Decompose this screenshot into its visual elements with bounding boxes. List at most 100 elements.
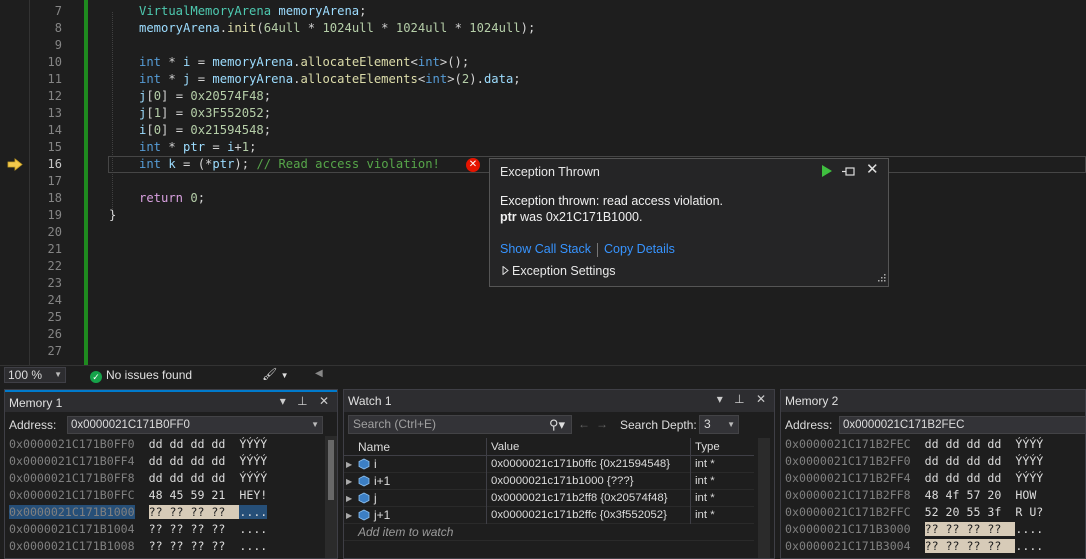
memory-rows[interactable]: 0x0000021C171B2FEC dd dd dd dd ÝÝÝÝ 0x000… (785, 436, 1043, 555)
memory-row[interactable]: 0x0000021C171B0FF8 dd dd dd dd ÝÝÝÝ (9, 470, 267, 487)
memory-bytes[interactable]: dd dd dd dd (925, 437, 1002, 451)
memory-bytes[interactable]: dd dd dd dd (149, 437, 226, 451)
search-icon[interactable]: ⚲▾ (549, 416, 565, 433)
memory-2-header[interactable]: Memory 2 (781, 390, 1085, 412)
address-input[interactable]: 0x0000021C171B0FF0 ▼ (67, 416, 323, 434)
watch-row[interactable]: ▶ i+1 0x0000021c171b1000 {???} int * (344, 473, 754, 490)
copy-details-link[interactable]: Copy Details (604, 242, 675, 256)
scroll-left-icon[interactable]: ◀ (315, 368, 323, 379)
code-line[interactable]: return 0; (139, 190, 205, 207)
panel-controls[interactable]: ▾ ⊥ ✕ (280, 394, 333, 408)
code-token: * (373, 21, 396, 35)
address-input[interactable]: 0x0000021C171B2FEC (839, 416, 1085, 434)
watch-row[interactable]: ▶ j 0x0000021c171b2ff8 {0x20574f48} int * (344, 490, 754, 507)
expand-icon[interactable]: ▶ (346, 473, 352, 490)
vertical-scrollbar[interactable] (325, 436, 337, 558)
memory-address: 0x0000021C171B2FEC (785, 437, 911, 451)
code-line[interactable]: int * i = memoryArena.allocateElement<in… (139, 54, 469, 71)
code-line[interactable]: int * ptr = i+1; (139, 139, 256, 156)
exception-settings-expander[interactable]: Exception Settings (502, 264, 616, 278)
line-number: 25 (47, 310, 62, 324)
expand-icon[interactable]: ▶ (346, 490, 352, 507)
panel-controls[interactable]: ▾ ⊥ ✕ (717, 392, 770, 406)
scrollbar-thumb[interactable] (328, 440, 334, 500)
memory-row[interactable]: 0x0000021C171B0FF4 dd dd dd dd ÝÝÝÝ (9, 453, 267, 470)
code-line[interactable]: int * j = memoryArena.allocateElements<i… (139, 71, 521, 88)
memory-1-header[interactable]: Memory 1 ▾ ⊥ ✕ (5, 390, 337, 412)
watch-1-header[interactable]: Watch 1 ▾ ⊥ ✕ (344, 390, 774, 412)
code-token: int (417, 55, 440, 69)
expand-icon[interactable]: ▶ (346, 456, 352, 473)
close-icon[interactable]: ✕ (866, 162, 879, 178)
memory-bytes[interactable]: ?? ?? ?? ?? (924, 522, 1002, 536)
continue-icon[interactable] (820, 164, 834, 178)
column-value[interactable]: Value (486, 438, 690, 456)
zoom-dropdown[interactable]: 100 % ▼ (4, 367, 66, 383)
code-line[interactable]: j[1] = 0x3F552052; (139, 105, 271, 122)
watch-value[interactable]: 0x0000021c171b2ff8 {0x20574f48} (486, 490, 690, 507)
code-line[interactable]: i[0] = 0x21594548; (139, 122, 271, 139)
code-cleanup-icon[interactable]: 🖌 ▼ (262, 367, 289, 381)
code-line[interactable]: j[0] = 0x20574F48; (139, 88, 271, 105)
code-token: 0 (153, 89, 162, 103)
search-depth-dropdown[interactable]: 3 ▼ (699, 415, 739, 434)
show-call-stack-link[interactable]: Show Call Stack (500, 242, 591, 256)
watch-search-input[interactable]: Search (Ctrl+E) ⚲▾ (348, 415, 572, 434)
memory-row[interactable]: 0x0000021C171B2FF4 dd dd dd dd ÝÝÝÝ (785, 470, 1043, 487)
watch-value[interactable]: 0x0000021c171b0ffc {0x21594548} (486, 456, 690, 473)
watch-rows: ▶ i 0x0000021c171b0ffc {0x21594548} int * ▶ i… (344, 456, 754, 524)
memory-bytes[interactable]: ?? ?? ?? ?? (149, 522, 226, 536)
memory-bytes[interactable]: ?? ?? ?? ?? (149, 539, 226, 553)
code-line[interactable]: } (109, 207, 116, 224)
memory-row[interactable]: 0x0000021C171B3004 ?? ?? ?? ?? .... (785, 538, 1043, 555)
glyph-margin[interactable] (0, 0, 30, 365)
memory-bytes[interactable]: dd dd dd dd (925, 471, 1002, 485)
memory-bytes[interactable]: ?? ?? ?? ?? (924, 539, 1002, 553)
memory-bytes[interactable]: dd dd dd dd (149, 454, 226, 468)
watch-grid[interactable]: Name Value Type ▶ i 0x0000021c171b0ffc {0x… (344, 438, 754, 541)
watch-value[interactable]: 0x0000021c171b1000 {???} (486, 473, 690, 490)
search-nav-arrows[interactable]: ←→ (578, 417, 614, 431)
issues-indicator[interactable]: ✓ No issues found (90, 368, 192, 383)
code-token: * (161, 55, 184, 69)
memory-bytes[interactable]: dd dd dd dd (149, 471, 226, 485)
memory-row[interactable]: 0x0000021C171B1000 ?? ?? ?? ?? .... (9, 504, 268, 521)
vertical-scrollbar[interactable] (758, 438, 770, 558)
code-token: 0 (153, 123, 162, 137)
add-watch-text[interactable]: Add item to watch (358, 524, 558, 541)
memory-ascii: R U? (1015, 505, 1044, 519)
pin-icon[interactable] (842, 166, 856, 178)
memory-row[interactable]: 0x0000021C171B0FFC 48 45 59 21 HEY! (9, 487, 267, 504)
memory-row[interactable]: 0x0000021C171B1008 ?? ?? ?? ?? .... (9, 538, 267, 555)
memory-bytes[interactable]: dd dd dd dd (925, 454, 1002, 468)
memory-address: 0x0000021C171B1004 (9, 522, 135, 536)
watch-row[interactable]: ▶ j+1 0x0000021c171b2ffc {0x3f552052} int * (344, 507, 754, 524)
memory-rows[interactable]: 0x0000021C171B0FF0 dd dd dd dd ÝÝÝÝ 0x000… (9, 436, 268, 555)
code-line[interactable]: VirtualMemoryArena memoryArena; (139, 3, 366, 20)
memory-row[interactable]: 0x0000021C171B2FF0 dd dd dd dd ÝÝÝÝ (785, 453, 1043, 470)
column-name[interactable]: Name (358, 438, 482, 456)
column-type[interactable]: Type (690, 438, 754, 456)
memory-bytes[interactable]: 48 45 59 21 (149, 488, 226, 502)
code-line[interactable]: int k = (*ptr); // Read access violation… (139, 156, 440, 173)
memory-bytes[interactable]: 52 20 55 3f (925, 505, 1002, 519)
chevron-down-icon: ▼ (727, 420, 735, 429)
resize-grip-icon[interactable] (876, 274, 886, 284)
memory-row[interactable]: 0x0000021C171B2FF8 48 4f 57 20 HOW (785, 487, 1043, 504)
add-watch-row[interactable]: Add item to watch (344, 524, 754, 541)
code-token: ; (249, 140, 257, 154)
memory-row[interactable]: 0x0000021C171B0FF0 dd dd dd dd ÝÝÝÝ (9, 436, 267, 453)
memory-row[interactable]: 0x0000021C171B2FFC 52 20 55 3f R U? (785, 504, 1043, 521)
memory-bytes[interactable]: ?? ?? ?? ?? (148, 505, 226, 519)
memory-bytes[interactable]: 48 4f 57 20 (925, 488, 1002, 502)
code-line[interactable]: memoryArena.init(64ull * 1024ull * 1024u… (139, 20, 535, 37)
memory-row[interactable]: 0x0000021C171B1004 ?? ?? ?? ?? .... (9, 521, 267, 538)
memory-row[interactable]: 0x0000021C171B2FEC dd dd dd dd ÝÝÝÝ (785, 436, 1043, 453)
watch-row[interactable]: ▶ i 0x0000021c171b0ffc {0x21594548} int * (344, 456, 754, 473)
error-icon[interactable]: ✕ (466, 158, 480, 172)
expand-icon[interactable]: ▶ (346, 507, 352, 524)
memory-row[interactable]: 0x0000021C171B3000 ?? ?? ?? ?? .... (785, 521, 1043, 538)
watch-value[interactable]: 0x0000021c171b2ffc {0x3f552052} (486, 507, 690, 524)
code-editor[interactable]: 7 8 9 10 11 12 13 14 15 16 17 18 19 20 21 22 23 24 25 26 27 … (0, 0, 1086, 365)
